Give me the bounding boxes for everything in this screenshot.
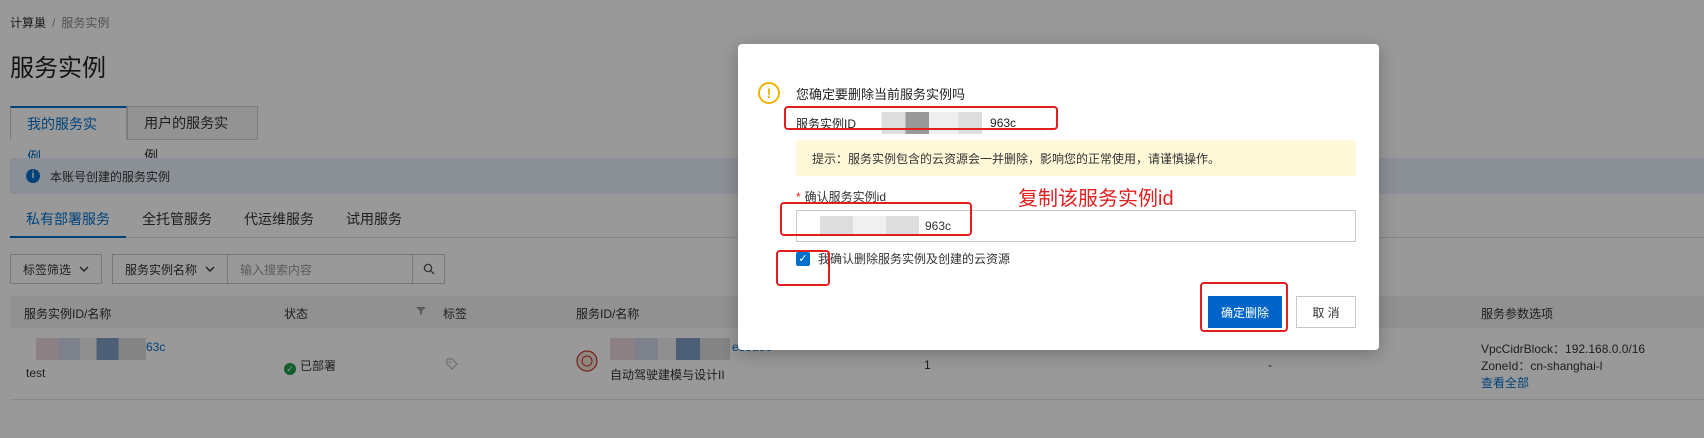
warning-icon: ! — [758, 82, 780, 104]
annotation-box-confirm-input — [780, 202, 972, 236]
confirm-checkbox-label[interactable]: 我确认删除服务实例及创建的云资源 — [818, 250, 1010, 267]
dialog-title: 您确定要删除当前服务实例吗 — [796, 87, 966, 102]
annotation-box-checkbox — [776, 250, 830, 286]
cancel-button[interactable]: 取 消 — [1296, 296, 1356, 328]
annotation-text: 复制该服务实例id — [1018, 188, 1174, 210]
warning-tip: 提示：服务实例包含的云资源会一并删除，影响您的正常使用，请谨慎操作。 — [796, 140, 1356, 176]
annotation-box-instance-id — [784, 106, 1058, 130]
annotation-box-confirm-button — [1200, 282, 1288, 332]
